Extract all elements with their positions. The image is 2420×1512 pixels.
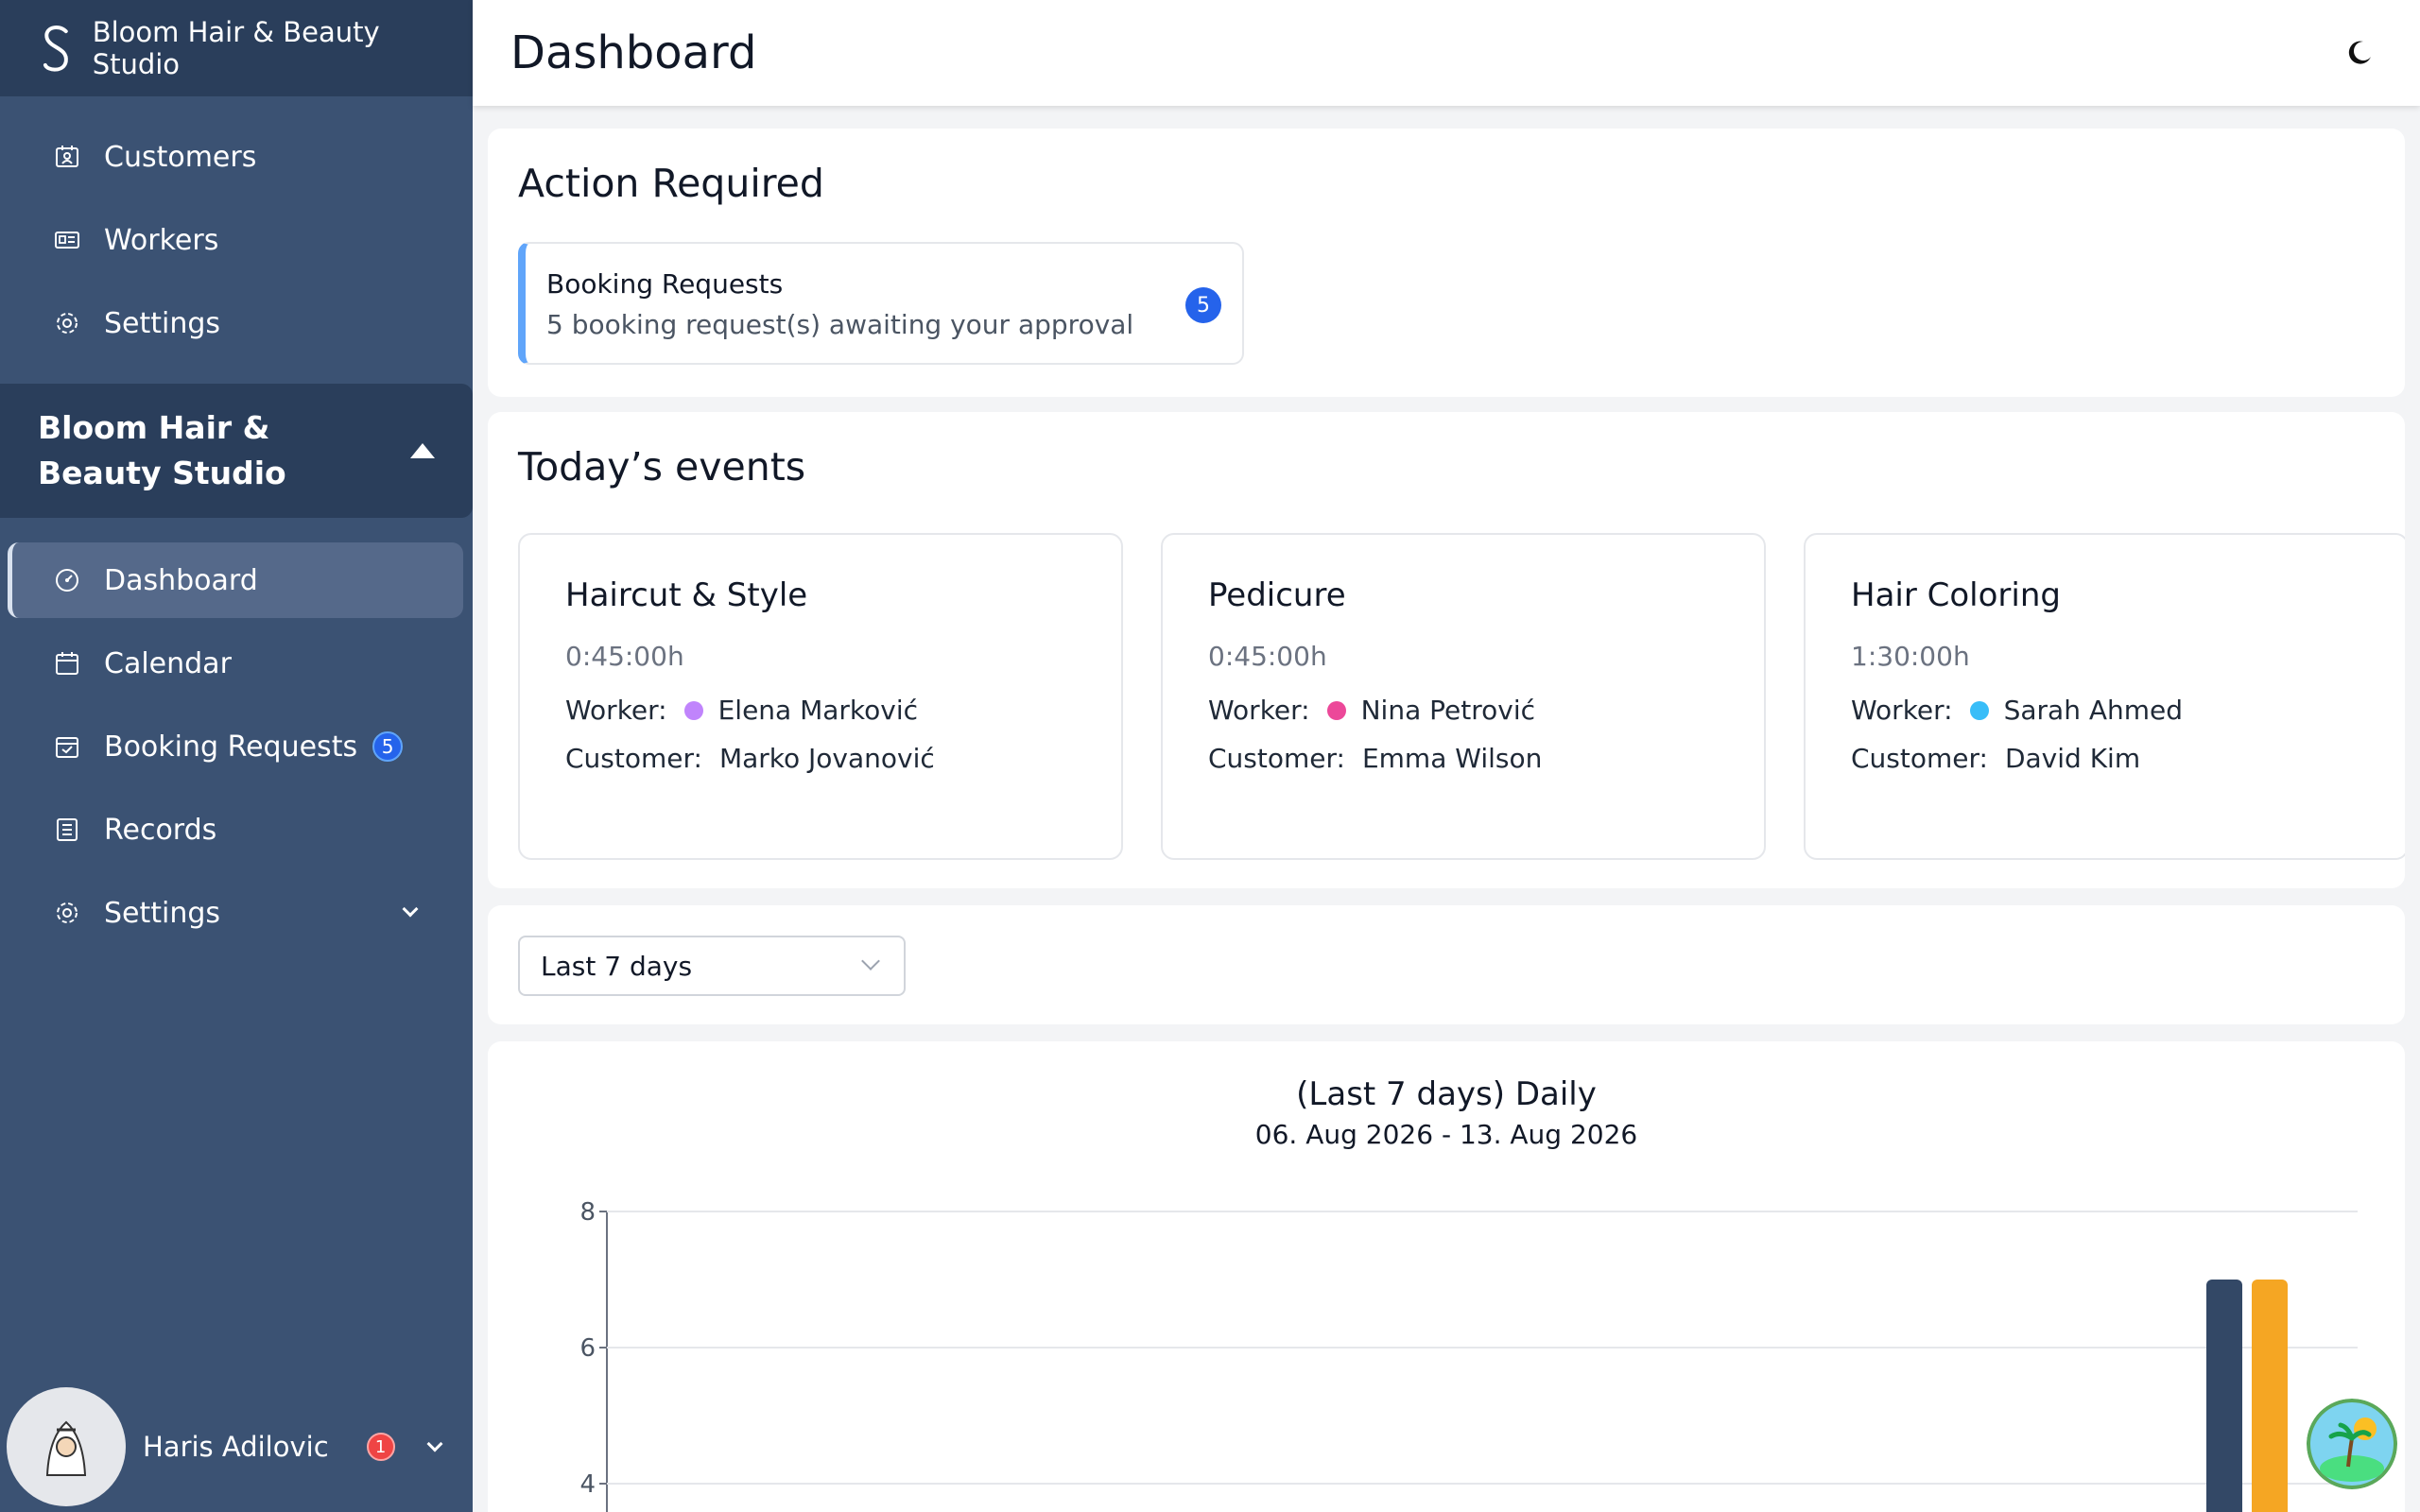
alert-title: Booking Requests (546, 268, 784, 300)
customer-label: Customer: (1208, 743, 1345, 774)
customer-name: David Kim (2004, 743, 2141, 774)
filter-card: Last 7 days (488, 905, 2405, 1024)
customer-label: Customer: (565, 743, 702, 774)
records-icon (53, 816, 81, 844)
event-duration: 1:30:00h (1851, 641, 1970, 672)
sidebar-item-label: Records (104, 813, 217, 847)
palm-island-icon[interactable] (2307, 1399, 2397, 1489)
sidebar-item-calendar[interactable]: Calendar (8, 626, 463, 701)
sidebar-item-label: Dashboard (104, 563, 258, 597)
todays-events-card: Today’s events Haircut & Style 0:45:00h … (488, 412, 2405, 888)
chevron-down-icon (861, 952, 880, 971)
action-required-card: Action Required Booking Requests 5 booki… (488, 129, 2405, 397)
caret-up-icon (410, 443, 435, 458)
id-card-icon (53, 226, 81, 254)
user-menu[interactable]: Haris Adilovic 1 (0, 1382, 473, 1512)
date-range-value: Last 7 days (541, 950, 693, 982)
studio-section-title: Bloom Hair & Beauty Studio (38, 409, 286, 491)
date-range-select[interactable]: Last 7 days (518, 936, 906, 996)
event-card[interactable]: Hair Coloring 1:30:00h Worker: Sarah Ahm… (1804, 533, 2405, 860)
brand-logo-icon (43, 26, 68, 72)
sidebar: Bloom Hair & Beauty Studio Customers Wor… (0, 0, 473, 1512)
event-customer-row: Customer: Marko Jovanović (565, 743, 1121, 774)
worker-name: Nina Petrović (1360, 695, 1535, 726)
sidebar-item-workers[interactable]: Workers (8, 202, 463, 278)
todays-events-title: Today’s events (518, 444, 806, 490)
y-tick-label: 8 (579, 1198, 596, 1227)
y-tick-label: 4 (579, 1470, 596, 1499)
customer-label: Customer: (1851, 743, 1988, 774)
studio-section-toggle[interactable]: Bloom Hair & Beauty Studio (0, 384, 473, 518)
sidebar-item-dashboard[interactable]: Dashboard (8, 542, 463, 618)
moon-icon[interactable] (2344, 38, 2375, 68)
booking-requests-alert[interactable]: Booking Requests 5 booking request(s) aw… (518, 242, 1244, 365)
customers-icon (53, 143, 81, 171)
worker-color-dot (1326, 700, 1346, 720)
sidebar-item-label: Settings (104, 306, 221, 340)
alert-description: 5 booking request(s) awaiting your appro… (546, 309, 1134, 340)
sidebar-item-label: Booking Requests (104, 730, 358, 764)
chevron-down-icon (402, 901, 419, 918)
customer-name: Marko Jovanović (718, 743, 935, 774)
booking-calendar-icon (53, 732, 81, 761)
chart-bar (2252, 1280, 2288, 1512)
gear-icon (53, 309, 81, 337)
action-required-title: Action Required (518, 161, 824, 206)
sidebar-item-label: Settings (104, 896, 221, 930)
dashboard-icon (53, 566, 81, 594)
chevron-down-icon[interactable] (426, 1435, 443, 1452)
avatar[interactable] (7, 1387, 126, 1506)
event-worker-row: Worker: Elena Marković (565, 695, 1121, 726)
customer-name: Emma Wilson (1361, 743, 1543, 774)
event-card[interactable]: Pedicure 0:45:00h Worker: Nina Petrović … (1161, 533, 1766, 860)
user-name: Haris Adilovic (143, 1431, 329, 1463)
top-header: Dashboard (473, 0, 2420, 106)
event-worker-row: Worker: Nina Petrović (1208, 695, 1764, 726)
sidebar-item-label: Workers (104, 223, 219, 257)
worker-name: Elena Marković (717, 695, 919, 726)
event-title: Pedicure (1208, 576, 1346, 614)
event-duration: 0:45:00h (565, 641, 684, 672)
worker-label: Worker: (1851, 695, 1953, 726)
event-title: Haircut & Style (565, 576, 808, 614)
user-avatar-icon (45, 1420, 87, 1476)
bar-chart: 8 6 4 (579, 1198, 2358, 1512)
event-customer-row: Customer: Emma Wilson (1208, 743, 1764, 774)
chart-card: (Last 7 days) Daily 06. Aug 2026 - 13. A… (488, 1041, 2405, 1512)
sidebar-item-settings-top[interactable]: Settings (8, 285, 463, 361)
alert-count-badge: 5 (1185, 287, 1221, 323)
worker-label: Worker: (565, 695, 667, 726)
y-tick-label: 6 (579, 1334, 596, 1363)
brand-header[interactable]: Bloom Hair & Beauty Studio (0, 0, 473, 96)
event-customer-row: Customer: David Kim (1851, 743, 2405, 774)
event-duration: 0:45:00h (1208, 641, 1327, 672)
sidebar-item-customers[interactable]: Customers (8, 119, 463, 195)
booking-requests-badge: 5 (372, 731, 404, 762)
worker-name: Sarah Ahmed (2003, 695, 2184, 726)
chart-bar (2206, 1280, 2242, 1512)
notification-badge[interactable]: 1 (366, 1433, 395, 1461)
worker-color-dot (1969, 700, 1989, 720)
sidebar-item-settings[interactable]: Settings (8, 875, 463, 951)
event-worker-row: Worker: Sarah Ahmed (1851, 695, 2405, 726)
sidebar-item-booking-requests[interactable]: Booking Requests 5 (8, 709, 463, 784)
calendar-icon (53, 649, 81, 678)
event-title: Hair Coloring (1851, 576, 2061, 614)
sidebar-item-label: Customers (104, 140, 257, 174)
sidebar-item-records[interactable]: Records (8, 792, 463, 868)
brand-name: Bloom Hair & Beauty Studio (92, 16, 380, 80)
page-title: Dashboard (510, 26, 757, 79)
worker-color-dot (683, 700, 703, 720)
sidebar-item-label: Calendar (104, 646, 232, 680)
worker-label: Worker: (1208, 695, 1310, 726)
event-card[interactable]: Haircut & Style 0:45:00h Worker: Elena M… (518, 533, 1123, 860)
gear-icon (53, 899, 81, 927)
